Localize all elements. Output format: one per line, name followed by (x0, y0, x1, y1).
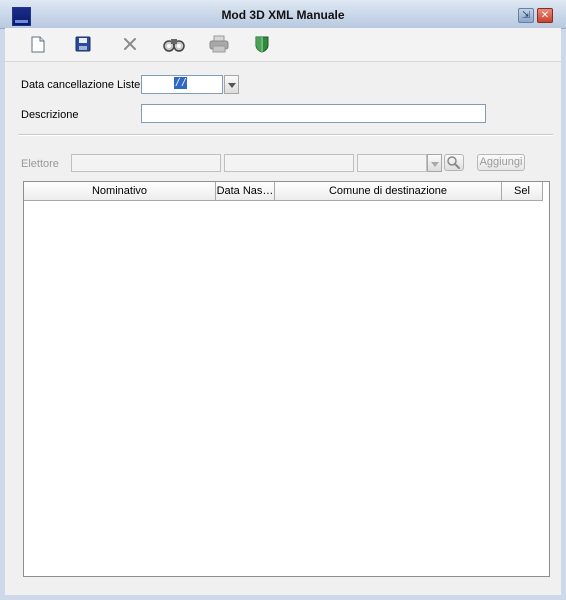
elettore-nome-field[interactable] (224, 154, 354, 172)
column-header-data-nascita[interactable]: Data Nas… (216, 182, 275, 201)
data-cancellazione-label: Data cancellazione Liste (21, 79, 141, 91)
new-document-icon (31, 36, 45, 52)
elettori-table[interactable]: Nominativo Data Nas… Comune di destinazi… (23, 181, 550, 577)
find-button[interactable] (162, 33, 186, 55)
print-button[interactable] (207, 33, 231, 55)
elettore-select-field[interactable] (357, 154, 427, 172)
save-icon (75, 36, 91, 52)
elettore-cognome-field[interactable] (71, 154, 221, 172)
elettore-label: Elettore (21, 158, 59, 170)
delete-button[interactable] (118, 33, 142, 55)
delete-icon (124, 38, 136, 50)
descrizione-label: Descrizione (21, 109, 79, 121)
table-header: Nominativo Data Nas… Comune di destinazi… (24, 182, 549, 201)
new-document-button[interactable] (26, 33, 50, 55)
section-separator (18, 134, 553, 136)
window-title: Mod 3D XML Manuale (221, 8, 345, 22)
column-header-sel[interactable]: Sel (502, 182, 543, 201)
title-bar[interactable]: Mod 3D XML Manuale ⇲ ✕ (0, 0, 566, 29)
date-picker-button[interactable] (224, 75, 239, 94)
shield-icon (255, 36, 269, 53)
column-header-comune-destinazione[interactable]: Comune di destinazione (275, 182, 502, 201)
magnifier-icon (447, 156, 460, 169)
column-header-nominativo[interactable]: Nominativo (24, 182, 216, 201)
close-window-button[interactable]: ✕ (537, 8, 553, 23)
print-icon (209, 35, 229, 53)
save-button[interactable] (71, 33, 95, 55)
data-cancellazione-value: / / (174, 77, 188, 89)
binoculars-search-icon (163, 39, 185, 52)
data-cancellazione-field[interactable]: / / (141, 75, 223, 94)
elettore-search-button[interactable] (444, 154, 464, 171)
shield-button[interactable] (250, 33, 274, 55)
elettore-dropdown-button[interactable] (427, 154, 442, 172)
main-window: Mod 3D XML Manuale ⇲ ✕ Data cancellazion… (0, 0, 566, 600)
aggiungi-button[interactable]: Aggiungi (477, 154, 525, 171)
descrizione-field[interactable] (141, 104, 486, 123)
restore-window-button[interactable]: ⇲ (518, 8, 534, 23)
toolbar (5, 28, 561, 62)
